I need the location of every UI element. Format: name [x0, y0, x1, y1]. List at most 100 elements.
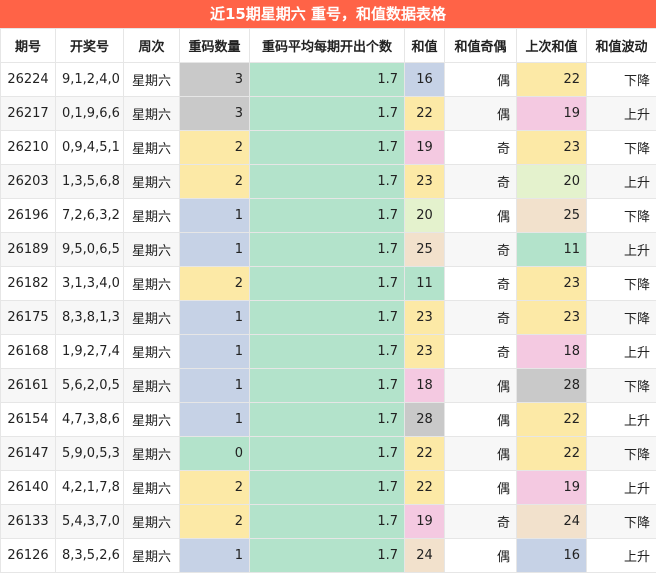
previous-sum-cell: 20 [516, 164, 587, 199]
repeat-average-cell: 1.7 [249, 232, 405, 267]
issue-cell: 26210 [0, 130, 56, 165]
sum-trend-cell: 上升 [586, 232, 656, 267]
table-row: 26154 4,7,3,8,6 星期六 1 1.7 28 偶 22 上升 [0, 402, 656, 437]
issue-cell: 26126 [0, 538, 56, 573]
sum-parity-cell: 偶 [444, 62, 517, 97]
numbers-cell: 5,6,2,0,5 [55, 368, 124, 403]
week-cell: 星期六 [123, 96, 180, 131]
week-cell: 星期六 [123, 62, 180, 97]
table-row: 26126 8,3,5,2,6 星期六 1 1.7 24 偶 16 上升 [0, 538, 656, 573]
previous-sum-cell: 23 [516, 266, 587, 301]
repeat-average-cell: 1.7 [249, 368, 405, 403]
sum-cell: 22 [404, 436, 445, 471]
repeat-average-cell: 1.7 [249, 266, 405, 301]
week-cell: 星期六 [123, 266, 180, 301]
sum-parity-cell: 奇 [444, 504, 517, 539]
table-row: 26133 5,4,3,7,0 星期六 2 1.7 19 奇 24 下降 [0, 504, 656, 539]
repeat-count-cell: 1 [179, 232, 250, 267]
sum-trend-cell: 上升 [586, 470, 656, 505]
week-cell: 星期六 [123, 538, 180, 573]
table-row: 26161 5,6,2,0,5 星期六 1 1.7 18 偶 28 下降 [0, 368, 656, 403]
numbers-cell: 8,3,8,1,3 [55, 300, 124, 335]
numbers-cell: 1,9,2,7,4 [55, 334, 124, 369]
previous-sum-cell: 28 [516, 368, 587, 403]
sum-parity-cell: 偶 [444, 470, 517, 505]
sum-trend-cell: 下降 [586, 436, 656, 471]
table-row: 26210 0,9,4,5,1 星期六 2 1.7 19 奇 23 下降 [0, 130, 656, 165]
week-cell: 星期六 [123, 368, 180, 403]
previous-sum-cell: 23 [516, 300, 587, 335]
previous-sum-cell: 24 [516, 504, 587, 539]
sum-cell: 20 [404, 198, 445, 233]
sum-trend-cell: 上升 [586, 334, 656, 369]
previous-sum-cell: 25 [516, 198, 587, 233]
repeat-average-cell: 1.7 [249, 436, 405, 471]
sum-parity-cell: 偶 [444, 368, 517, 403]
repeat-average-cell: 1.7 [249, 334, 405, 369]
sum-cell: 19 [404, 130, 445, 165]
issue-cell: 26175 [0, 300, 56, 335]
table-row: 26182 3,1,3,4,0 星期六 2 1.7 11 奇 23 下降 [0, 266, 656, 301]
week-cell: 星期六 [123, 130, 180, 165]
numbers-cell: 4,2,1,7,8 [55, 470, 124, 505]
sum-parity-cell: 偶 [444, 436, 517, 471]
issue-cell: 26203 [0, 164, 56, 199]
issue-cell: 26182 [0, 266, 56, 301]
issue-cell: 26140 [0, 470, 56, 505]
sum-parity-cell: 偶 [444, 538, 517, 573]
sum-cell: 23 [404, 334, 445, 369]
repeat-average-cell: 1.7 [249, 300, 405, 335]
issue-cell: 26189 [0, 232, 56, 267]
sum-trend-cell: 上升 [586, 96, 656, 131]
repeat-count-cell: 2 [179, 470, 250, 505]
repeat-count-cell: 1 [179, 368, 250, 403]
sum-cell: 22 [404, 96, 445, 131]
header-numbers: 开奖号 [55, 28, 124, 63]
sum-trend-cell: 上升 [586, 538, 656, 573]
sum-parity-cell: 偶 [444, 96, 517, 131]
header-sum: 和值 [404, 28, 445, 63]
header-week: 周次 [123, 28, 180, 63]
sum-trend-cell: 下降 [586, 62, 656, 97]
repeat-average-cell: 1.7 [249, 504, 405, 539]
repeat-count-cell: 2 [179, 504, 250, 539]
repeat-average-cell: 1.7 [249, 402, 405, 437]
numbers-cell: 0,1,9,6,6 [55, 96, 124, 131]
header-repeat-average: 重码平均每期开出个数 [249, 28, 405, 63]
sum-cell: 19 [404, 504, 445, 539]
issue-cell: 26196 [0, 198, 56, 233]
repeat-count-cell: 1 [179, 538, 250, 573]
table-row: 26203 1,3,5,6,8 星期六 2 1.7 23 奇 20 上升 [0, 164, 656, 199]
sum-trend-cell: 下降 [586, 266, 656, 301]
header-sum-parity: 和值奇偶 [444, 28, 517, 63]
previous-sum-cell: 23 [516, 130, 587, 165]
sum-parity-cell: 奇 [444, 300, 517, 335]
sum-trend-cell: 下降 [586, 368, 656, 403]
week-cell: 星期六 [123, 504, 180, 539]
week-cell: 星期六 [123, 402, 180, 437]
repeat-count-cell: 2 [179, 266, 250, 301]
table-row: 26147 5,9,0,5,3 星期六 0 1.7 22 偶 22 下降 [0, 436, 656, 471]
sum-trend-cell: 下降 [586, 504, 656, 539]
data-table: 期号 开奖号 周次 重码数量 重码平均每期开出个数 和值 和值奇偶 上次和值 和… [0, 28, 656, 573]
numbers-cell: 1,3,5,6,8 [55, 164, 124, 199]
issue-cell: 26133 [0, 504, 56, 539]
previous-sum-cell: 22 [516, 62, 587, 97]
numbers-cell: 3,1,3,4,0 [55, 266, 124, 301]
sum-cell: 23 [404, 164, 445, 199]
repeat-count-cell: 1 [179, 300, 250, 335]
issue-cell: 26168 [0, 334, 56, 369]
previous-sum-cell: 16 [516, 538, 587, 573]
issue-cell: 26217 [0, 96, 56, 131]
sum-trend-cell: 下降 [586, 300, 656, 335]
repeat-count-cell: 3 [179, 62, 250, 97]
numbers-cell: 0,9,4,5,1 [55, 130, 124, 165]
sum-parity-cell: 奇 [444, 130, 517, 165]
sum-cell: 24 [404, 538, 445, 573]
issue-cell: 26154 [0, 402, 56, 437]
sum-parity-cell: 奇 [444, 266, 517, 301]
table-row: 26196 7,2,6,3,2 星期六 1 1.7 20 偶 25 下降 [0, 198, 656, 233]
table-row: 26175 8,3,8,1,3 星期六 1 1.7 23 奇 23 下降 [0, 300, 656, 335]
numbers-cell: 8,3,5,2,6 [55, 538, 124, 573]
repeat-average-cell: 1.7 [249, 198, 405, 233]
